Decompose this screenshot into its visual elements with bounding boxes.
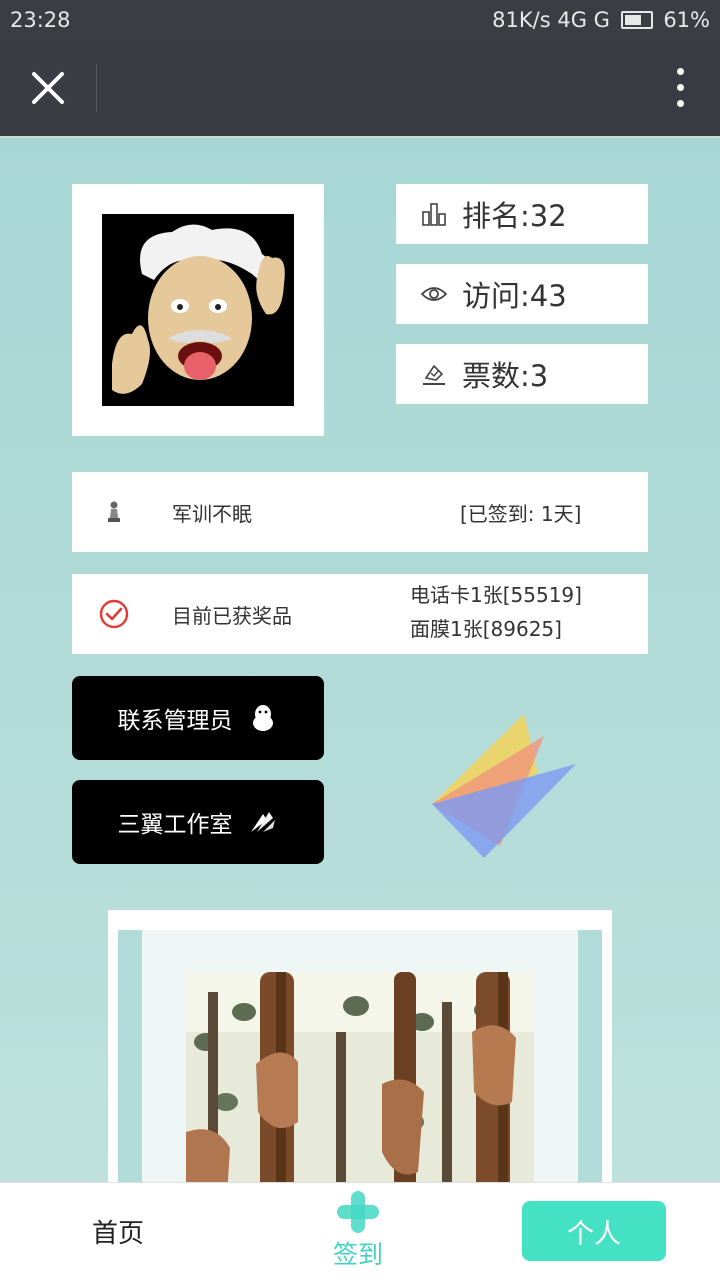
tab-profile[interactable]: 个人	[522, 1201, 666, 1261]
visit-stat: 访问:43	[396, 264, 648, 324]
tab-home[interactable]: 首页	[92, 1213, 144, 1250]
battery-icon	[620, 11, 653, 29]
photo-mat	[142, 930, 578, 1182]
check-circle-icon	[99, 599, 129, 629]
bottom-tab-bar: 首页 签到 个人	[0, 1182, 720, 1281]
top-nav-bar	[0, 40, 720, 138]
close-button[interactable]	[22, 62, 74, 114]
bar-chart-icon	[422, 203, 446, 226]
prize-list: 电话卡1张[55519] 面膜1张[89625]	[410, 578, 582, 646]
military-training-photo[interactable]	[186, 972, 534, 1182]
contact-admin-label: 联系管理员	[117, 708, 233, 734]
tab-sign-in-label: 签到	[332, 1240, 383, 1269]
chess-pawn-icon	[108, 501, 120, 522]
battery-level: 61%	[663, 8, 710, 32]
photo-inner	[118, 930, 602, 1182]
contact-admin-button[interactable]: 联系管理员	[72, 676, 324, 760]
more-vertical-icon	[676, 68, 684, 75]
avatar[interactable]	[102, 214, 294, 406]
checkin-row: 军训不眠 [已签到: 1天]	[72, 472, 648, 552]
avatar-einstein-cartoon	[102, 214, 294, 406]
raised-rifles-image	[186, 972, 534, 1182]
network-speed: 81K/s 4G G	[492, 8, 610, 32]
prizes-label: 目前已获奖品	[172, 604, 292, 628]
checkin-label: 军训不眠	[172, 502, 252, 526]
main-content: 排名:32 访问:43 票数:3 军训不眠 [已签到: 1天] 目前已获奖品 电…	[0, 138, 720, 1182]
vote-stat: 票数:3	[396, 344, 648, 404]
plus-icon	[337, 1191, 379, 1233]
prize-item: 面膜1张[89625]	[410, 617, 562, 641]
status-bar: 23:28 81K/s 4G G 61%	[0, 0, 720, 40]
studio-button[interactable]: 三翼工作室	[72, 780, 324, 864]
status-indicators: 81K/s 4G G 61%	[492, 8, 710, 32]
photo-frame	[108, 910, 612, 1182]
checkin-status: [已签到: 1天]	[460, 502, 582, 526]
rank-text: 排名:32	[462, 199, 567, 233]
studio-label: 三翼工作室	[117, 812, 233, 838]
eye-icon	[420, 287, 448, 301]
qq-penguin-icon	[252, 705, 273, 731]
prizes-row: 目前已获奖品 电话卡1张[55519] 面膜1张[89625]	[72, 574, 648, 654]
avatar-card	[72, 184, 324, 436]
prize-item: 电话卡1张[55519]	[410, 583, 582, 607]
rank-stat: 排名:32	[396, 184, 648, 244]
nav-divider	[96, 64, 97, 112]
visit-text: 访问:43	[462, 279, 567, 313]
status-time: 23:28	[10, 8, 71, 32]
more-menu-button[interactable]	[670, 68, 690, 112]
vote-icon	[423, 364, 445, 385]
close-icon	[32, 72, 64, 104]
vote-text: 票数:3	[462, 359, 549, 393]
tab-sign-in[interactable]: 签到	[318, 1187, 398, 1277]
wings-icon	[250, 812, 275, 832]
sanyi-logo-icon	[432, 714, 576, 858]
